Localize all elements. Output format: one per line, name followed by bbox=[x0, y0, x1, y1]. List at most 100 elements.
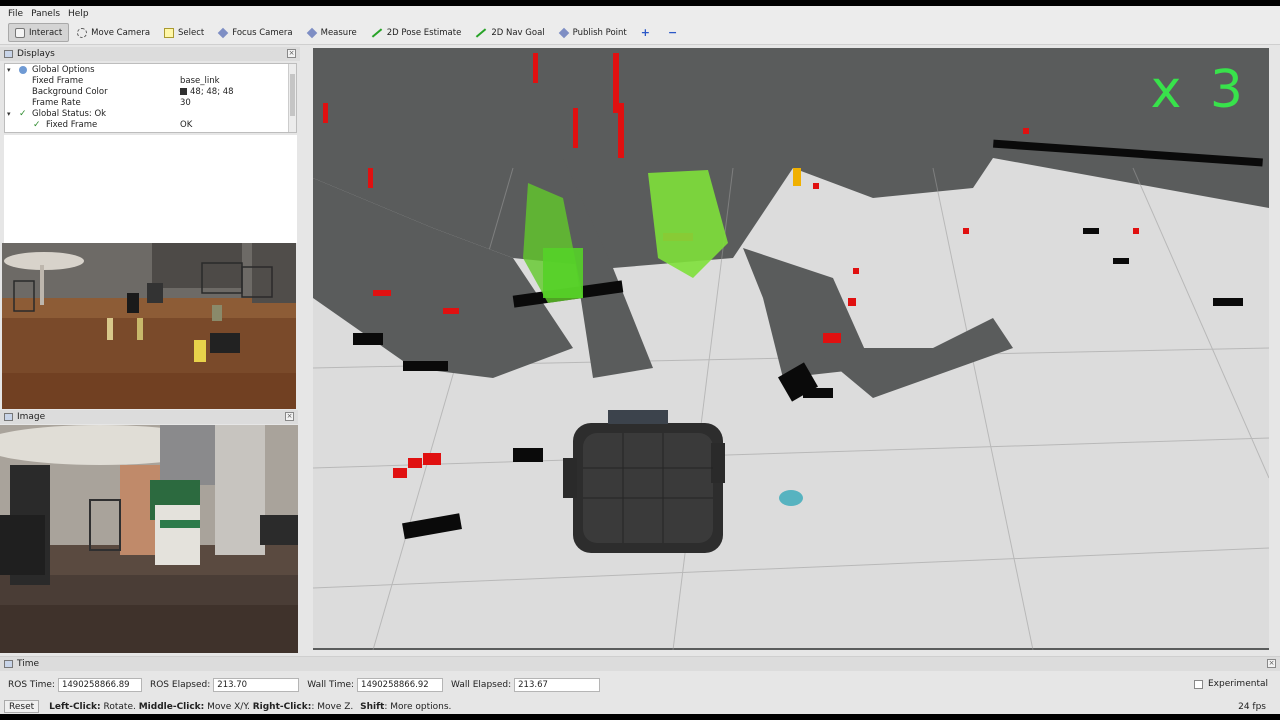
hint-shift-key: Shift bbox=[360, 701, 385, 712]
focus-camera-tool-button[interactable]: Focus Camera bbox=[212, 23, 298, 42]
menu-panels[interactable]: Panels bbox=[27, 9, 64, 19]
image-panel-icon bbox=[4, 413, 13, 421]
render-3d-view[interactable]: x 3 bbox=[313, 48, 1269, 650]
displays-blank-area bbox=[4, 135, 297, 243]
ros-elapsed-field[interactable] bbox=[213, 678, 300, 692]
gear-icon bbox=[19, 65, 27, 74]
ros-elapsed-label: ROS Elapsed: bbox=[149, 680, 211, 690]
color-swatch bbox=[180, 87, 187, 95]
displays-panel-icon bbox=[4, 50, 13, 58]
hint-left-key: Left-Click: bbox=[49, 701, 101, 712]
wall-time-label: Wall Time: bbox=[307, 680, 355, 690]
select-icon bbox=[164, 27, 175, 38]
tree-label: Global Options bbox=[32, 64, 95, 75]
hint-right-key: Right-Click: bbox=[252, 701, 312, 712]
camera-overview-image bbox=[2, 243, 296, 409]
wall-elapsed-field[interactable] bbox=[514, 678, 601, 692]
tree-label: Frame Rate bbox=[32, 97, 81, 108]
wall-elapsed-label: Wall Elapsed: bbox=[451, 680, 512, 690]
tree-value: 48; 48; 48 bbox=[190, 86, 234, 97]
reset-button[interactable]: Reset bbox=[4, 700, 40, 713]
wall-time-field[interactable] bbox=[357, 678, 444, 692]
hint-right: : Move Z. bbox=[311, 701, 357, 712]
experimental-label: Experimental bbox=[1207, 679, 1268, 689]
interact-tool-button[interactable]: Interact bbox=[8, 23, 70, 42]
ros-time-field[interactable] bbox=[57, 678, 142, 692]
tree-row-fixed-frame[interactable]: Fixed Frame base_link bbox=[5, 75, 296, 86]
hint-left: Rotate. bbox=[100, 701, 139, 712]
robot-camera-image bbox=[0, 425, 298, 653]
menu-bar: File Panels Help bbox=[0, 6, 1280, 21]
publish-point-icon bbox=[558, 27, 569, 38]
plus-icon: + bbox=[640, 26, 650, 39]
nav-goal-arrow-icon bbox=[476, 27, 487, 38]
experimental-toggle[interactable]: Experimental bbox=[1193, 679, 1268, 689]
interact-tool-label: Interact bbox=[29, 27, 63, 38]
scroll-thumb[interactable] bbox=[290, 74, 295, 116]
select-tool-label: Select bbox=[178, 27, 205, 38]
image-panel-title: Image × bbox=[0, 410, 298, 424]
publish-point-tool-label: Publish Point bbox=[572, 27, 627, 38]
playback-speed-overlay: x 3 bbox=[1150, 60, 1249, 120]
tree-value-wrap[interactable]: 48; 48; 48 bbox=[180, 87, 234, 97]
tree-label: Background Color bbox=[32, 86, 108, 97]
tree-row-global-status[interactable]: ▾ ✓ Global Status: Ok bbox=[5, 108, 296, 119]
tree-row-background-color[interactable]: Background Color 48; 48; 48 bbox=[5, 86, 296, 97]
focus-camera-tool-label: Focus Camera bbox=[232, 27, 293, 38]
time-title: Time bbox=[17, 659, 40, 669]
pose-estimate-tool-label: 2D Pose Estimate bbox=[386, 27, 462, 38]
minus-icon: − bbox=[667, 26, 678, 39]
rviz-window: File Panels Help Interact Move Camera Se… bbox=[0, 6, 1280, 714]
displays-scrollbar[interactable] bbox=[288, 64, 296, 132]
check-icon: ✓ bbox=[19, 108, 27, 119]
tree-row-frame-rate[interactable]: Frame Rate 30 bbox=[5, 97, 296, 108]
menu-help[interactable]: Help bbox=[64, 9, 93, 19]
pose-estimate-tool-button[interactable]: 2D Pose Estimate bbox=[365, 23, 468, 42]
tree-label: Fixed Frame bbox=[32, 75, 84, 86]
select-tool-button[interactable]: Select bbox=[158, 23, 210, 42]
measure-tool-label: Measure bbox=[320, 27, 357, 38]
measure-icon bbox=[306, 27, 317, 38]
move-camera-icon bbox=[77, 27, 88, 38]
status-bar: Reset Left-Click: Rotate. Middle-Click: … bbox=[0, 699, 1280, 714]
expand-arrow-icon[interactable]: ▾ bbox=[7, 66, 11, 74]
focus-camera-icon bbox=[217, 27, 229, 38]
displays-panel-title: Displays × bbox=[0, 47, 300, 61]
expand-arrow-icon[interactable]: ▾ bbox=[7, 110, 11, 118]
time-close-icon[interactable]: × bbox=[1267, 659, 1276, 668]
displays-close-icon[interactable]: × bbox=[287, 49, 296, 58]
remove-tool-button[interactable]: − bbox=[662, 23, 687, 42]
tree-value[interactable]: base_link bbox=[180, 76, 220, 86]
move-camera-tool-button[interactable]: Move Camera bbox=[71, 23, 156, 42]
ros-time-label: ROS Time: bbox=[8, 680, 55, 690]
hint-shift: : More options. bbox=[384, 701, 452, 712]
hand-icon bbox=[15, 27, 25, 38]
add-tool-button[interactable]: + bbox=[635, 23, 660, 42]
tree-value[interactable]: 30 bbox=[180, 98, 191, 108]
nav-goal-tool-label: 2D Nav Goal bbox=[491, 27, 545, 38]
move-camera-tool-label: Move Camera bbox=[91, 27, 151, 38]
image-title: Image bbox=[17, 412, 46, 422]
measure-tool-button[interactable]: Measure bbox=[301, 23, 363, 42]
displays-tree: ▾ Global Options Fixed Frame base_link B… bbox=[4, 63, 297, 133]
tree-value: OK bbox=[180, 119, 193, 130]
toolbar: Interact Move Camera Select Focus Camera… bbox=[0, 21, 1280, 45]
publish-point-tool-button[interactable]: Publish Point bbox=[553, 23, 633, 42]
time-fields-row: ROS Time: ROS Elapsed: Wall Time: Wall E… bbox=[0, 677, 1280, 693]
hint-middle-key: Middle-Click: bbox=[138, 701, 205, 712]
time-panel-title: Time × bbox=[0, 657, 1280, 671]
pose-arrow-icon bbox=[371, 27, 382, 38]
time-panel: Time × ROS Time: ROS Elapsed: Wall Time:… bbox=[0, 656, 1280, 692]
displays-title: Displays bbox=[17, 49, 55, 59]
tree-label: Global Status: Ok bbox=[32, 108, 107, 119]
tree-row-status-fixed-frame[interactable]: ✓ Fixed Frame OK bbox=[5, 119, 296, 130]
fps-readout: 24 fps bbox=[1238, 701, 1266, 712]
check-icon: ✓ bbox=[33, 119, 41, 130]
nav-goal-tool-button[interactable]: 2D Nav Goal bbox=[469, 23, 550, 42]
menu-file[interactable]: File bbox=[4, 9, 27, 19]
tree-label: Fixed Frame bbox=[46, 119, 98, 130]
time-panel-icon bbox=[4, 660, 13, 668]
experimental-checkbox[interactable] bbox=[1193, 679, 1203, 689]
image-close-icon[interactable]: × bbox=[285, 412, 294, 421]
tree-row-global-options[interactable]: ▾ Global Options bbox=[5, 64, 296, 75]
